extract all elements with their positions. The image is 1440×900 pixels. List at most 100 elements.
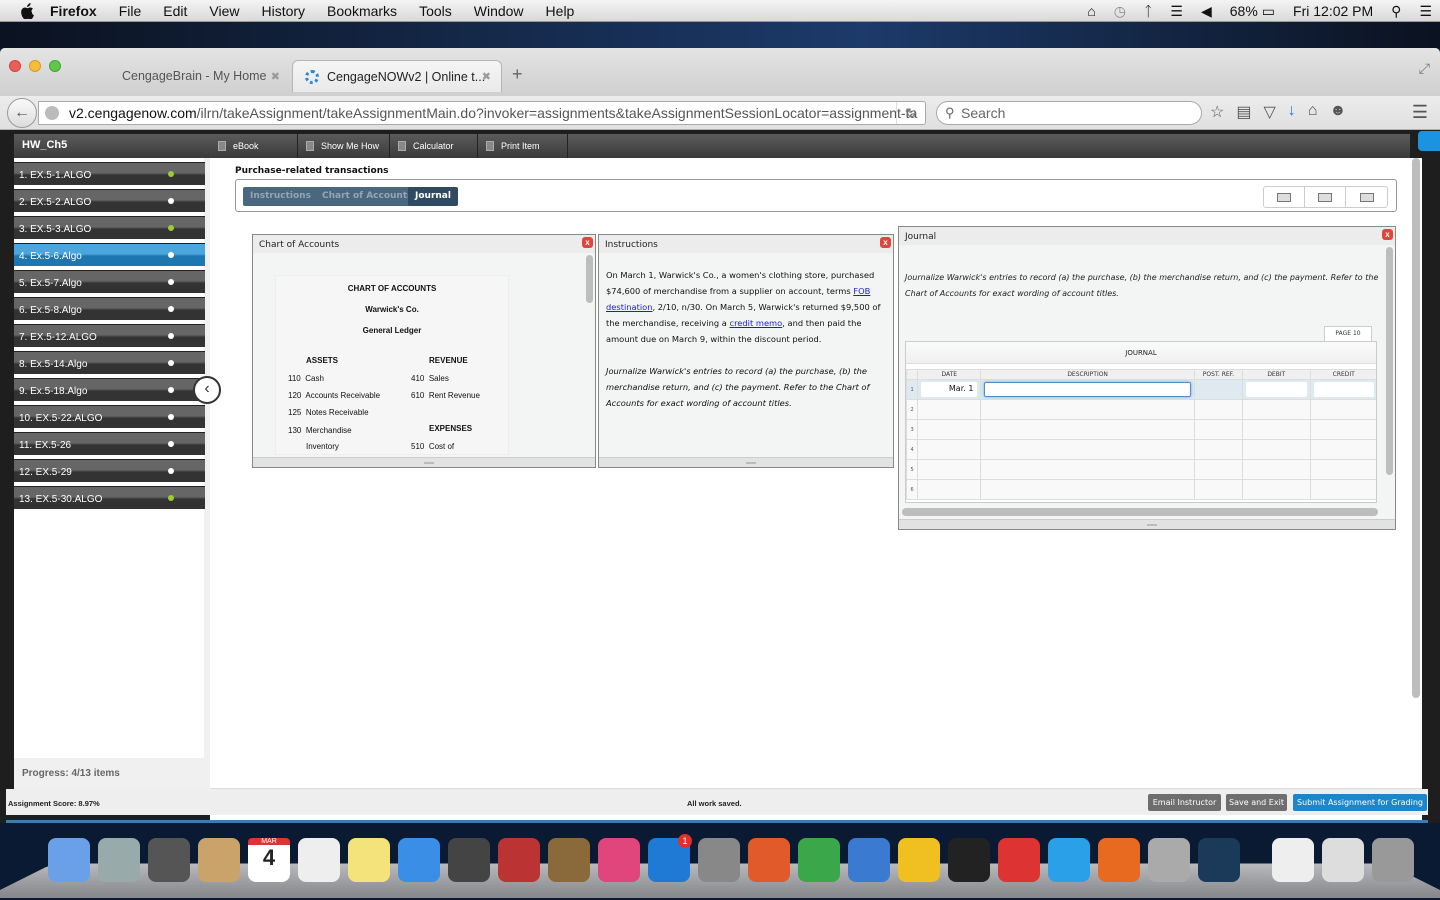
dock-terminal-icon[interactable] (948, 838, 990, 882)
dock-launchpad-icon[interactable] (98, 838, 140, 882)
date-cell[interactable] (917, 439, 982, 460)
close-window-button[interactable] (9, 60, 21, 72)
browser-tab-cengagebrain[interactable]: CengageBrain - My Home ✖ (100, 60, 290, 92)
dock-downloader-icon[interactable] (848, 838, 890, 882)
debit-cell[interactable] (1242, 379, 1311, 400)
tab-instructions[interactable]: Instructions (243, 187, 318, 206)
post-ref-cell[interactable] (1193, 439, 1244, 460)
panel-resize-bar[interactable] (599, 457, 893, 467)
dock-word-icon[interactable] (1048, 838, 1090, 882)
battery-percent[interactable]: 68% (1230, 3, 1258, 19)
sidebar-item[interactable]: 5. Ex.5-7.Algo (14, 270, 205, 293)
zoom-window-button[interactable] (49, 60, 61, 72)
sidebar-item[interactable]: 1. EX.5-1.ALGO (14, 162, 205, 185)
battery-icon[interactable]: ▭ (1262, 3, 1275, 20)
tab-chart-of-accounts[interactable]: Chart of Accounts (315, 187, 420, 206)
date-cell[interactable] (917, 459, 982, 480)
menu-icon[interactable]: ☰ (1412, 102, 1428, 123)
sidebar-item[interactable]: 6. Ex.5-8.Algo (14, 297, 205, 320)
spotlight-icon[interactable]: ⚲ (1391, 3, 1401, 20)
dock-trash-icon[interactable] (1372, 838, 1414, 882)
print-item-button[interactable]: Print Item (478, 134, 568, 158)
menu-window[interactable]: Window (474, 3, 524, 19)
debit-cell[interactable] (1242, 439, 1311, 460)
debit-input[interactable] (1246, 382, 1307, 397)
credit-cell[interactable] (1309, 479, 1376, 500)
description-cell[interactable] (980, 479, 1195, 500)
credit-cell[interactable] (1309, 439, 1376, 460)
debit-cell[interactable] (1242, 479, 1311, 500)
home-sharing-icon[interactable]: ⌂ (1087, 3, 1095, 19)
dock-facetime-icon[interactable] (448, 838, 490, 882)
ebook-button[interactable]: eBook (210, 134, 298, 158)
dock-calendar-icon[interactable]: MAR 4 (248, 838, 290, 882)
credit-memo-link[interactable]: credit memo (730, 318, 783, 328)
download-icon[interactable]: ↓ (1288, 102, 1296, 122)
description-cell[interactable] (980, 399, 1195, 420)
site-identity-icon[interactable] (45, 106, 59, 120)
close-panel-icon[interactable]: x (1382, 229, 1393, 240)
horizontal-scrollbar[interactable] (902, 508, 1378, 516)
post-ref-cell[interactable] (1193, 419, 1244, 440)
dock-firefox-icon[interactable] (1098, 838, 1140, 882)
show-me-how-button[interactable]: Show Me How (298, 134, 390, 158)
save-and-exit-button[interactable]: Save and Exit (1226, 794, 1287, 811)
dock-mission-control-icon[interactable] (148, 838, 190, 882)
sidebar-item[interactable]: 2. EX.5-2.ALGO (14, 189, 205, 212)
reading-list-icon[interactable]: ▤ (1236, 102, 1251, 122)
post-ref-cell[interactable] (1193, 459, 1244, 480)
close-tab-icon[interactable]: ✖ (482, 70, 491, 83)
dock-battle-net-icon[interactable] (1198, 838, 1240, 882)
menu-history[interactable]: History (261, 3, 305, 19)
reload-icon[interactable]: ↻ (896, 102, 917, 124)
credit-cell[interactable] (1309, 419, 1376, 440)
date-cell[interactable]: Mar. 1 (917, 379, 982, 400)
pocket-icon[interactable]: ▽ (1263, 102, 1275, 122)
browser-tab-cengagenow[interactable]: CengageNOWv2 | Online t... ✖ (292, 60, 502, 92)
menu-view[interactable]: View (209, 3, 239, 19)
dock-finder-icon[interactable] (48, 838, 90, 882)
credit-input[interactable] (1313, 382, 1374, 397)
apple-logo-icon[interactable] (18, 2, 36, 19)
home-icon[interactable]: ⌂ (1308, 102, 1318, 122)
sidebar-item[interactable]: 3. EX.5-3.ALGO (14, 216, 205, 239)
main-scrollbar[interactable] (1412, 158, 1420, 698)
sidebar-item[interactable]: 8. Ex.5-14.Algo (14, 351, 205, 374)
dock-outlook-icon[interactable] (898, 838, 940, 882)
post-ref-cell[interactable] (1193, 479, 1244, 500)
menu-bookmarks[interactable]: Bookmarks (327, 3, 397, 19)
close-tab-icon[interactable]: ✖ (271, 70, 280, 83)
close-panel-icon[interactable]: x (582, 237, 593, 248)
dock-system-preferences-icon[interactable] (698, 838, 740, 882)
wifi-icon[interactable]: ☰ (1170, 3, 1183, 20)
bluetooth-icon[interactable]: ᛏ (1144, 3, 1152, 19)
sidebar-item[interactable]: 11. EX.5-26 (14, 432, 205, 455)
date-cell[interactable] (917, 479, 982, 500)
dock-keychain-access-icon[interactable] (1148, 838, 1190, 882)
panel-resize-bar[interactable] (253, 457, 595, 467)
sidebar-item[interactable]: 13. EX.5-30.ALGO (14, 486, 205, 509)
date-input[interactable]: Mar. 1 (921, 382, 978, 397)
url-bar[interactable]: v2.cengagenow.com/ilrn/takeAssignment/ta… (38, 101, 926, 125)
notification-center-icon[interactable]: ☰ (1419, 3, 1432, 20)
description-cell[interactable] (980, 439, 1195, 460)
cascade-layout-button[interactable] (1264, 187, 1305, 207)
post-ref-cell[interactable] (1193, 399, 1244, 420)
sidebar-item[interactable]: 7. EX.5-12.ALGO (14, 324, 205, 347)
bookmark-star-icon[interactable]: ☆ (1210, 102, 1224, 122)
fullscreen-icon[interactable]: ⤢ (1419, 60, 1430, 77)
volume-icon[interactable]: ◀ (1201, 3, 1212, 20)
search-input[interactable]: ⚲ Search (936, 101, 1202, 125)
panel-resize-bar[interactable] (899, 519, 1395, 529)
dock-powerpoint-icon[interactable] (748, 838, 790, 882)
dock-photo-booth-icon[interactable] (498, 838, 540, 882)
dock-app-store-icon[interactable]: 1 (648, 834, 692, 882)
dock-word-document-icon[interactable] (1322, 838, 1364, 882)
dock-iphoto-icon[interactable] (548, 838, 590, 882)
tile-layout-button[interactable] (1305, 187, 1346, 207)
menu-file[interactable]: File (119, 3, 142, 19)
menu-help[interactable]: Help (546, 3, 575, 19)
description-input[interactable] (984, 382, 1191, 397)
credit-cell[interactable] (1309, 379, 1376, 400)
calculator-button[interactable]: Calculator (390, 134, 478, 158)
